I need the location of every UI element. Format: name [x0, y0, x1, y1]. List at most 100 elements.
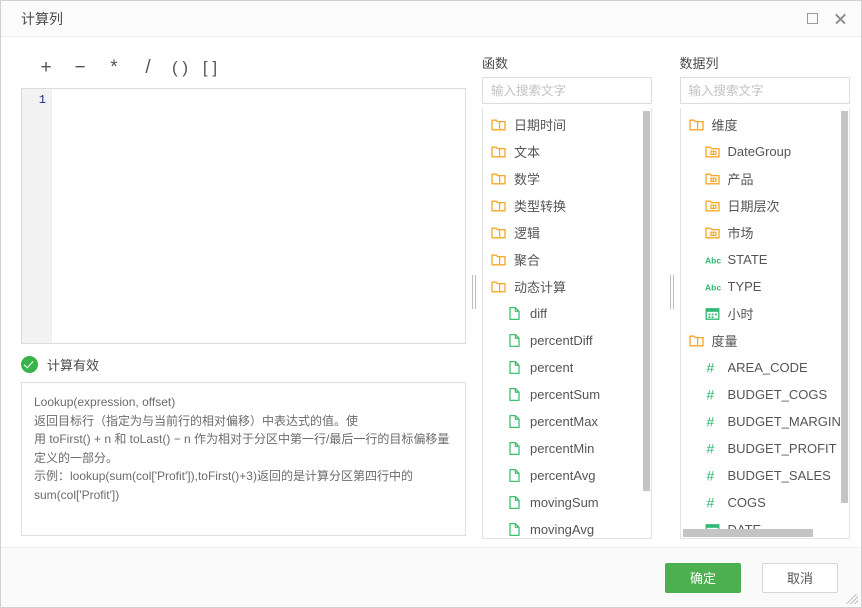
function-tree-item[interactable]: movingSum: [483, 489, 651, 516]
data-column-tree-item[interactable]: # BUDGET_PROFIT: [681, 435, 849, 462]
data-columns-tree[interactable]: 维度 DateGroup 产品 日期层次 市场 Abc STATE Abc TYPE 小时 度量 # A…: [679, 108, 850, 539]
function-tree-item[interactable]: 日期时间: [483, 111, 651, 138]
operator-multiply-button[interactable]: *: [97, 56, 131, 80]
data-column-tree-item[interactable]: 维度: [681, 111, 849, 138]
functions-tree[interactable]: 日期时间文本数学类型转换逻辑 聚合动态计算 diff percentDiff perce…: [482, 108, 652, 539]
tree-item-label: percentDiff: [530, 333, 593, 348]
maximize-button[interactable]: [801, 8, 823, 30]
data-column-tree-item[interactable]: Abc TYPE: [681, 273, 849, 300]
svg-text:#: #: [706, 495, 714, 510]
function-tree-item[interactable]: percentMin: [483, 435, 651, 462]
function-tree-item[interactable]: 逻辑: [483, 219, 651, 246]
data-column-tree-item[interactable]: # BUDGET_COGS: [681, 381, 849, 408]
editor-line-number: 1: [38, 93, 46, 107]
data-column-tree-item[interactable]: 日期层次: [681, 192, 849, 219]
data-columns-panel: 数据列 维度 DateGroup 产品日期层次市场 Abc STATE Abc TYPE 小时…: [679, 37, 862, 547]
function-description-text: Lookup(expression, offset) 返回目标行（指定为与当前行…: [34, 395, 450, 502]
tree-item-label: 市场: [727, 226, 754, 241]
file-icon: [507, 441, 522, 456]
dialog-body: + − * / ( ) [ ] 1 计算有效 Lookup(expression…: [1, 37, 861, 547]
data-column-tree-item[interactable]: 产品: [681, 165, 849, 192]
folder-open-icon: [491, 279, 506, 294]
operator-minus-button[interactable]: −: [63, 56, 97, 80]
operator-plus-button[interactable]: +: [29, 56, 63, 80]
editor-code-input[interactable]: [52, 89, 465, 343]
function-tree-item[interactable]: 聚合: [483, 246, 651, 273]
validation-status-label: 计算有效: [47, 357, 100, 373]
formula-editor[interactable]: 1: [21, 88, 466, 344]
data-column-tree-item[interactable]: DateGroup: [681, 138, 849, 165]
functions-tree-scrollbar[interactable]: [643, 111, 650, 491]
number-icon: #: [705, 468, 720, 484]
operator-toolbar: + − * / ( ) [ ]: [21, 53, 466, 83]
function-tree-item[interactable]: percent: [483, 354, 651, 381]
data-column-tree-item[interactable]: 度量: [681, 327, 849, 354]
function-tree-item[interactable]: 类型转换: [483, 192, 651, 219]
hierarchy-icon: [704, 171, 720, 186]
data-columns-tree-scrollbar[interactable]: [840, 111, 848, 503]
data-columns-tree-hscrollbar[interactable]: [682, 529, 813, 537]
tree-item-label: movingAvg: [530, 522, 595, 537]
function-tree-item[interactable]: 数学: [483, 165, 651, 192]
tree-item-label: STATE: [727, 252, 768, 267]
window-controls: [801, 8, 851, 30]
folder-icon: [491, 225, 506, 240]
data-column-tree-item[interactable]: 小时: [681, 300, 849, 327]
file-icon: [507, 522, 522, 537]
functions-panel-label: 函数: [482, 56, 509, 71]
functions-search-input[interactable]: [482, 77, 652, 104]
function-tree-item[interactable]: percentSum: [483, 381, 651, 408]
file-icon: [507, 414, 522, 429]
function-tree-item[interactable]: movingAvg: [483, 516, 651, 538]
folder-icon: [491, 171, 506, 186]
function-tree-item[interactable]: 文本: [483, 138, 651, 165]
tree-item-label: percent: [530, 360, 574, 375]
data-column-tree-item[interactable]: 市场: [681, 219, 849, 246]
svg-text:#: #: [706, 468, 714, 483]
tree-item-label: AREA_CODE: [727, 360, 808, 375]
splitter-functions-columns[interactable]: [664, 37, 680, 547]
tree-item-label: 维度: [711, 118, 738, 133]
file-icon: [507, 387, 522, 402]
close-icon: [834, 12, 847, 25]
tree-item-label: COGS: [727, 495, 766, 510]
operator-parentheses-button[interactable]: ( ): [165, 56, 195, 80]
dialog-titlebar: 计算列: [1, 1, 861, 37]
data-column-tree-item[interactable]: # BUDGET_MARGIN: [681, 408, 849, 435]
function-tree-item[interactable]: percentMax: [483, 408, 651, 435]
function-tree-item[interactable]: 动态计算: [483, 273, 651, 300]
folder-icon: [491, 117, 506, 132]
tree-item-label: 日期时间: [514, 118, 567, 133]
tree-item-label: BUDGET_COGS: [727, 387, 828, 402]
splitter-editor-functions[interactable]: [466, 37, 482, 547]
validation-status: 计算有效: [21, 354, 466, 374]
tree-item-label: diff: [530, 306, 548, 321]
hierarchy-icon: [704, 225, 720, 240]
function-tree-item[interactable]: percentAvg: [483, 462, 651, 489]
check-circle-icon: [21, 355, 38, 373]
function-tree-item[interactable]: diff: [483, 300, 651, 327]
data-column-tree-item[interactable]: # COGS: [681, 489, 849, 516]
tree-item-label: BUDGET_PROFIT: [727, 441, 837, 456]
confirm-button[interactable]: 确定: [665, 562, 741, 593]
tree-item-label: TYPE: [727, 279, 762, 294]
resize-grip-icon[interactable]: [845, 591, 858, 604]
maximize-icon: [806, 13, 818, 24]
function-tree-item[interactable]: percentDiff: [483, 327, 651, 354]
cancel-button[interactable]: 取消: [762, 562, 838, 593]
operator-divide-button[interactable]: /: [131, 56, 165, 80]
svg-text:#: #: [706, 387, 714, 402]
data-column-tree-item[interactable]: Abc STATE: [681, 246, 849, 273]
tree-item-label: 类型转换: [514, 199, 567, 214]
data-column-tree-item[interactable]: # AREA_CODE: [681, 354, 849, 381]
close-button[interactable]: [829, 8, 851, 30]
editor-gutter: 1: [22, 89, 52, 343]
tree-item-label: BUDGET_SALES: [727, 468, 831, 483]
data-columns-search-input[interactable]: [679, 77, 850, 104]
data-column-tree-item[interactable]: # BUDGET_SALES: [681, 462, 849, 489]
operator-brackets-button[interactable]: [ ]: [195, 56, 225, 80]
tree-item-label: 数学: [514, 172, 541, 187]
tree-item-label: 动态计算: [514, 280, 567, 295]
functions-panel: 函数 日期时间文本数学类型转换逻辑聚合动态计算 diff percentDiff pe…: [482, 37, 664, 547]
dialog-title: 计算列: [21, 10, 63, 27]
